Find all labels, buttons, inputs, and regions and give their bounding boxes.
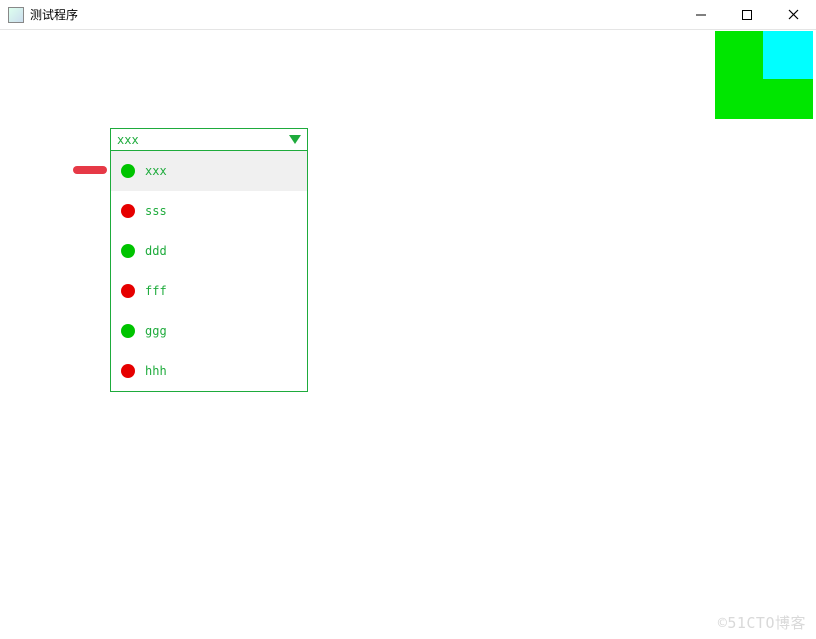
close-button[interactable] bbox=[770, 0, 816, 29]
cyan-block bbox=[763, 31, 813, 79]
combobox-item-label: ggg bbox=[145, 324, 167, 338]
minimize-button[interactable] bbox=[678, 0, 724, 29]
chevron-down-icon bbox=[289, 135, 301, 144]
combobox-display[interactable]: xxx bbox=[111, 129, 307, 151]
watermark: ©51CTO博客 bbox=[718, 612, 806, 633]
combobox-item-label: ddd bbox=[145, 244, 167, 258]
combobox-item[interactable]: ggg bbox=[111, 311, 307, 351]
combobox-item[interactable]: sss bbox=[111, 191, 307, 231]
status-dot-icon bbox=[121, 244, 135, 258]
status-dot-icon bbox=[121, 364, 135, 378]
combobox-item[interactable]: hhh bbox=[111, 351, 307, 391]
window-controls bbox=[678, 0, 816, 29]
status-combobox[interactable]: xxx xxx sss ddd fff ggg hhh bbox=[110, 128, 308, 392]
combobox-item[interactable]: ddd bbox=[111, 231, 307, 271]
combobox-list: xxx sss ddd fff ggg hhh bbox=[111, 151, 307, 391]
status-dot-icon bbox=[121, 284, 135, 298]
app-icon bbox=[8, 7, 24, 23]
combobox-item-label: sss bbox=[145, 204, 167, 218]
combobox-item[interactable]: fff bbox=[111, 271, 307, 311]
combobox-item[interactable]: xxx bbox=[111, 151, 307, 191]
combobox-item-label: fff bbox=[145, 284, 167, 298]
maximize-button[interactable] bbox=[724, 0, 770, 29]
window-title: 测试程序 bbox=[30, 6, 78, 23]
status-dot-icon bbox=[121, 204, 135, 218]
combobox-selected-text: xxx bbox=[117, 133, 139, 147]
combobox-item-label: hhh bbox=[145, 364, 167, 378]
combobox-item-label: xxx bbox=[145, 164, 167, 178]
status-dot-icon bbox=[121, 324, 135, 338]
status-dot-icon bbox=[121, 164, 135, 178]
titlebar: 测试程序 bbox=[0, 0, 816, 30]
indicator-arrow bbox=[73, 166, 107, 174]
